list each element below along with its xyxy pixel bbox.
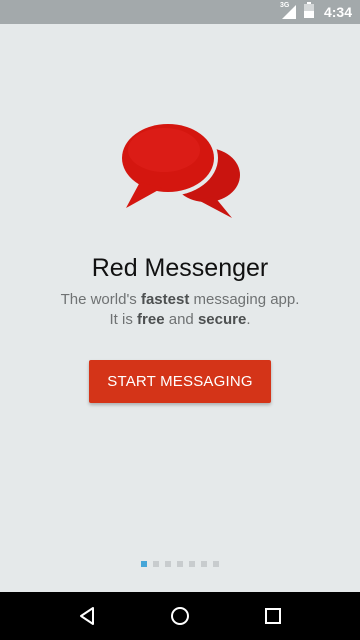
page-dot[interactable] [213,561,219,567]
page-dot[interactable] [165,561,171,567]
app-title: Red Messenger [91,254,269,282]
tagline-emphasis: secure [197,311,247,328]
status-time: 4:34 [323,4,352,20]
page-dot[interactable] [153,561,159,567]
page-indicator [0,561,360,567]
back-icon [79,607,94,625]
page-dot[interactable] [201,561,207,567]
chat-bubbles-icon [118,120,240,218]
network-type-label: 3G [279,2,290,9]
home-button[interactable] [160,596,200,636]
system-nav-bar [0,592,360,640]
status-bar: 3G 4:34 [0,0,360,24]
start-messaging-button[interactable]: START MESSAGING [89,360,271,403]
page-dot[interactable] [177,561,183,567]
tagline-emphasis: fastest [140,291,190,308]
tagline: The world's fastest messaging app. It is… [0,290,360,330]
recents-button[interactable] [253,596,293,636]
signal-icon: 3G [279,2,298,20]
back-button[interactable] [67,596,107,636]
tagline-text: It is [109,311,138,328]
home-icon [170,607,189,625]
tagline-text: . [246,311,251,328]
tagline-text: messaging app. [189,291,300,308]
page-dot[interactable] [189,561,195,567]
page-dot[interactable] [141,561,147,567]
tagline-line-1: The world's fastest messaging app. [0,290,360,310]
intro-screen: Red Messenger The world's fastest messag… [0,24,360,592]
tagline-text: and [164,311,198,328]
recents-icon [265,608,282,624]
tagline-emphasis: free [137,311,165,328]
battery-icon [303,1,314,23]
tagline-text: The world's [60,291,141,308]
tagline-line-2: It is free and secure. [0,310,360,330]
